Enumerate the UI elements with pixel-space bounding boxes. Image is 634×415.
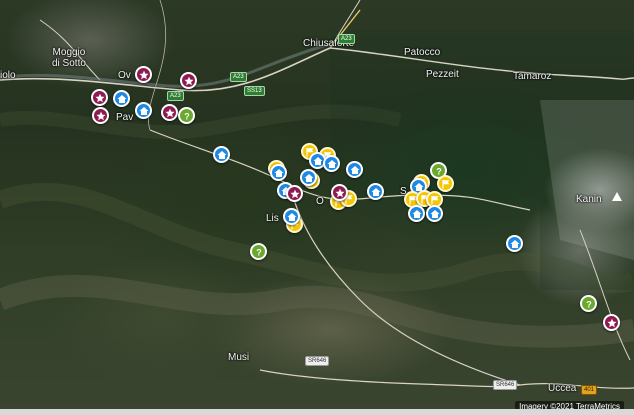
place-label-kanin: Kanin [576, 194, 602, 205]
svg-text:?: ? [436, 166, 442, 176]
question-icon: ? [586, 299, 592, 309]
house-icon [412, 209, 421, 218]
terrain-layer [0, 0, 634, 389]
star-icon [290, 189, 299, 198]
star-icon [95, 93, 104, 102]
map-marker-house[interactable] [283, 208, 300, 225]
place-label-dogna-partial: Ov [118, 70, 131, 81]
place-label-paularo-partial: Pav [116, 112, 134, 123]
map-marker-house[interactable] [367, 183, 384, 200]
house-icon [217, 150, 226, 159]
map-marker-house[interactable] [408, 205, 425, 222]
map-marker-help[interactable]: ? [250, 243, 267, 260]
map-marker-house[interactable] [270, 164, 287, 181]
house-icon [117, 94, 126, 103]
map-marker-help[interactable]: ? [580, 295, 597, 312]
road-shield-401: 401 [581, 385, 598, 395]
star-icon [165, 108, 174, 117]
map-marker-star[interactable] [135, 66, 152, 83]
question-icon: ? [184, 111, 190, 121]
map-marker-house[interactable] [135, 102, 152, 119]
place-label-lis-partial: Lis [266, 213, 279, 224]
house-icon [304, 173, 313, 182]
map-marker-star[interactable] [286, 185, 303, 202]
map-marker-star[interactable] [331, 184, 348, 201]
house-icon [430, 209, 439, 218]
flag-icon [441, 179, 449, 188]
map-marker-star[interactable] [161, 104, 178, 121]
house-icon [139, 106, 148, 115]
svg-text:?: ? [256, 247, 262, 257]
question-icon: ? [436, 166, 442, 176]
star-icon [607, 318, 616, 327]
house-icon [313, 156, 322, 165]
map-marker-house[interactable] [346, 161, 363, 178]
star-icon [139, 70, 148, 79]
house-icon [287, 212, 296, 221]
peak-icon [612, 192, 622, 201]
place-label-uccea: Uccea [548, 383, 577, 394]
road-shield-a23: A23 [230, 72, 247, 82]
place-label-moggio-di-sotto: Moggio di Sotto [52, 47, 86, 69]
road-shield-sr646: SR646 [305, 356, 330, 366]
road-shield-ss13: SS13 [244, 86, 265, 96]
place-label-tamaroz: Tamaroz [513, 71, 552, 82]
map-marker-house[interactable] [426, 205, 443, 222]
house-icon [274, 168, 283, 177]
house-icon [350, 165, 359, 174]
house-icon [510, 239, 519, 248]
question-icon: ? [256, 247, 262, 257]
map-marker-house[interactable] [506, 235, 523, 252]
map-bottom-bar [0, 409, 634, 415]
map-marker-star[interactable] [91, 89, 108, 106]
map-marker-star[interactable] [92, 107, 109, 124]
place-label-musi: Musi [228, 352, 250, 363]
star-icon [184, 76, 193, 85]
svg-text:?: ? [586, 299, 592, 309]
map-marker-help[interactable]: ? [178, 107, 195, 124]
star-icon [335, 188, 344, 197]
star-icon [96, 111, 105, 120]
map-marker-house[interactable] [213, 146, 230, 163]
road-shield-a23: A23 [338, 34, 355, 44]
map-marker-flag[interactable] [437, 175, 454, 192]
house-icon [371, 187, 380, 196]
map-marker-house[interactable] [113, 90, 130, 107]
map-marker-star[interactable] [180, 72, 197, 89]
svg-text:?: ? [184, 111, 190, 121]
map-marker-house[interactable] [323, 155, 340, 172]
place-label-ortolan-partial: O [316, 196, 324, 207]
road-shield-sr646: SR646 [493, 380, 518, 390]
place-label-iolo: iolo [0, 70, 16, 81]
house-icon [327, 159, 336, 168]
place-label-pezzeit: Pezzeit [426, 69, 459, 80]
map-marker-star[interactable] [603, 314, 620, 331]
road-shield-a23: A23 [167, 91, 184, 101]
satellite-map[interactable]: Moggio di Sotto Chiusaforte Patocco Pezz… [0, 0, 634, 415]
map-marker-house[interactable] [300, 169, 317, 186]
flag-icon [430, 195, 438, 204]
place-label-patocco: Patocco [404, 47, 441, 58]
